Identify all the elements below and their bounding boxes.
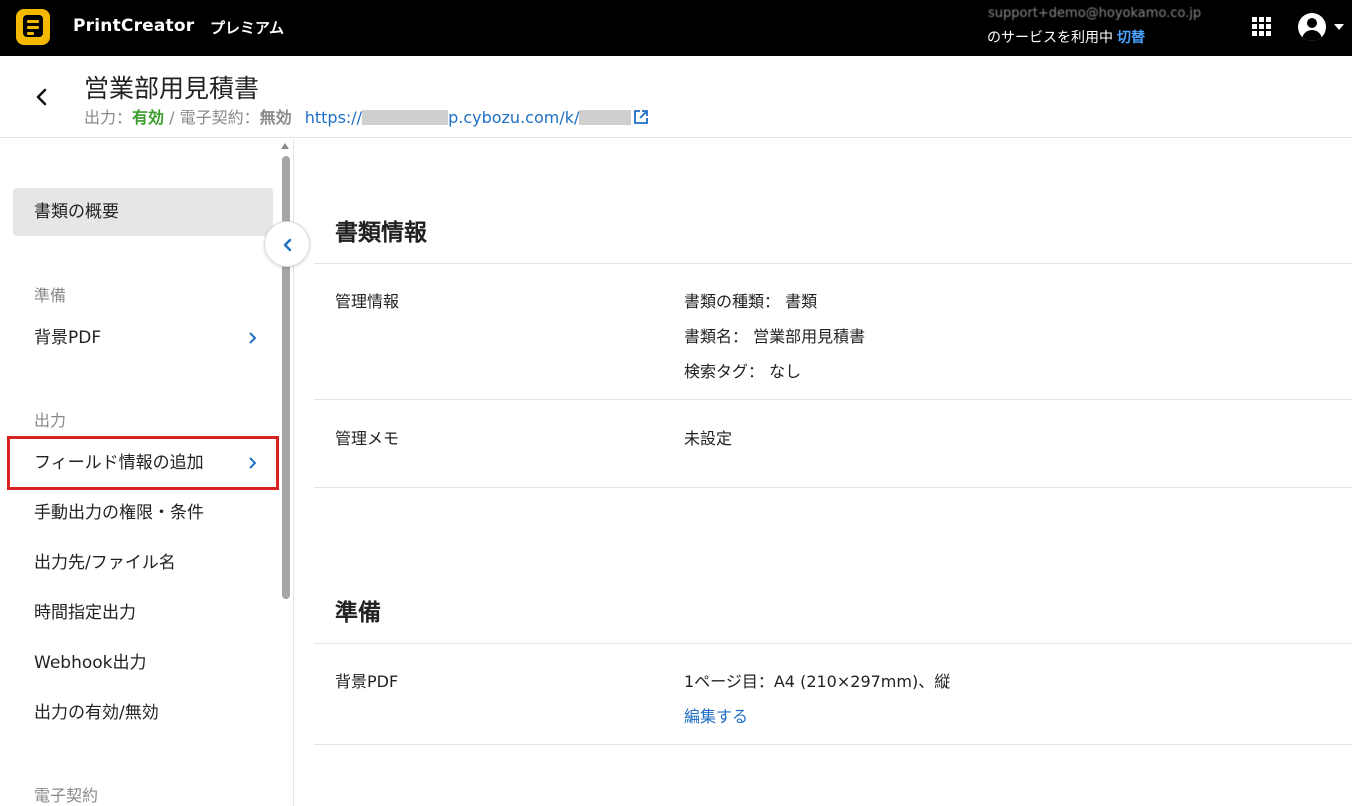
switch-account-link[interactable]: 切替 xyxy=(1117,30,1145,46)
sidebar-item-manual-output[interactable]: 手動出力の権限・条件 xyxy=(13,489,273,537)
chevron-left-icon xyxy=(283,238,292,252)
url-prefix: https:// xyxy=(304,108,363,127)
kintone-app-link[interactable]: https:// p.cybozu.com/k/ xyxy=(305,108,650,127)
sidebar-item-overview[interactable]: 書類の概要 xyxy=(13,188,273,236)
top-bar: PrintCreator プレミアム support+demo@hoyokamo… xyxy=(0,0,1352,56)
collapse-sidebar-button[interactable] xyxy=(264,221,310,267)
section-title-prep: 準備 xyxy=(335,600,381,626)
mgmt-memo-label: 管理メモ xyxy=(335,429,400,448)
sidebar-item-label: 背景PDF xyxy=(34,328,102,348)
contract-status: 無効 xyxy=(259,108,292,127)
scroll-up-arrow-icon[interactable] xyxy=(281,143,289,149)
external-link-icon[interactable] xyxy=(633,109,649,125)
mgmt-memo-value: 未設定 xyxy=(684,429,733,448)
doc-type-value: 書類の種類： 書類 xyxy=(684,292,818,311)
search-tag-value: 検索タグ： なし xyxy=(684,362,802,381)
account-status-text: のサービスを利用中 xyxy=(987,30,1113,46)
back-arrow-icon[interactable] xyxy=(30,85,54,109)
sidebar-item-webhook[interactable]: Webhook出力 xyxy=(13,639,273,687)
bg-pdf-value: 1ページ目：A4 (210×297mm)、縦 xyxy=(684,672,951,691)
brand-name: PrintCreator xyxy=(73,16,195,36)
chevron-right-icon xyxy=(249,332,257,344)
sidebar-group-contract: 電子契約 xyxy=(34,786,99,805)
redacted-app-id xyxy=(579,110,632,125)
printcreator-logo-icon[interactable] xyxy=(16,9,50,45)
divider xyxy=(314,643,1352,644)
highlight-box xyxy=(7,436,279,490)
section-title-doc-info: 書類情報 xyxy=(335,220,427,246)
main-content: 書類情報 管理情報 書類の種類： 書類 書類名： 営業部用見積書 検索タグ： な… xyxy=(295,139,1352,806)
divider xyxy=(314,263,1352,264)
divider xyxy=(314,399,1352,400)
divider xyxy=(314,487,1352,488)
document-header: 営業部用見積書 出力：有効 / 電子契約：無効 https:// p.cybozu… xyxy=(0,56,1352,138)
output-label: 出力： xyxy=(84,108,133,127)
sidebar-group-output: 出力 xyxy=(34,411,67,430)
sidebar: 書類の概要 準備 背景PDF 出力 フィールド情報の追加 手動出力の権限・条件 … xyxy=(0,139,294,806)
sidebar-item-output-dest[interactable]: 出力先/ファイル名 xyxy=(13,539,273,587)
sidebar-item-output-toggle[interactable]: 出力の有効/無効 xyxy=(13,689,273,737)
document-status-line: 出力：有効 / 電子契約：無効 https:// p.cybozu.com/k/ xyxy=(84,104,649,128)
page-title: 営業部用見積書 xyxy=(84,74,260,103)
account-menu-caret-icon[interactable] xyxy=(1334,24,1344,30)
sidebar-item-scheduled[interactable]: 時間指定出力 xyxy=(13,589,273,637)
divider xyxy=(314,744,1352,745)
url-middle: p.cybozu.com/k/ xyxy=(448,108,580,127)
mgmt-info-label: 管理情報 xyxy=(335,292,400,311)
output-status: 有効 xyxy=(132,108,165,127)
user-avatar-icon[interactable] xyxy=(1298,13,1326,41)
account-status: のサービスを利用中 切替 xyxy=(987,27,1145,47)
plan-badge: プレミアム xyxy=(210,19,284,37)
edit-bg-pdf-link[interactable]: 編集する xyxy=(684,703,748,727)
sidebar-group-prep: 準備 xyxy=(34,286,67,305)
status-separator: / xyxy=(164,108,180,127)
sidebar-item-bg-pdf[interactable]: 背景PDF xyxy=(13,314,273,362)
bg-pdf-label: 背景PDF xyxy=(335,672,399,691)
apps-grid-icon[interactable] xyxy=(1252,17,1272,37)
doc-name-value: 書類名： 営業部用見積書 xyxy=(684,327,866,346)
account-email: support+demo@hoyokamo.co.jp xyxy=(988,6,1202,21)
redacted-subdomain xyxy=(362,110,449,125)
contract-label: 電子契約： xyxy=(179,108,260,127)
